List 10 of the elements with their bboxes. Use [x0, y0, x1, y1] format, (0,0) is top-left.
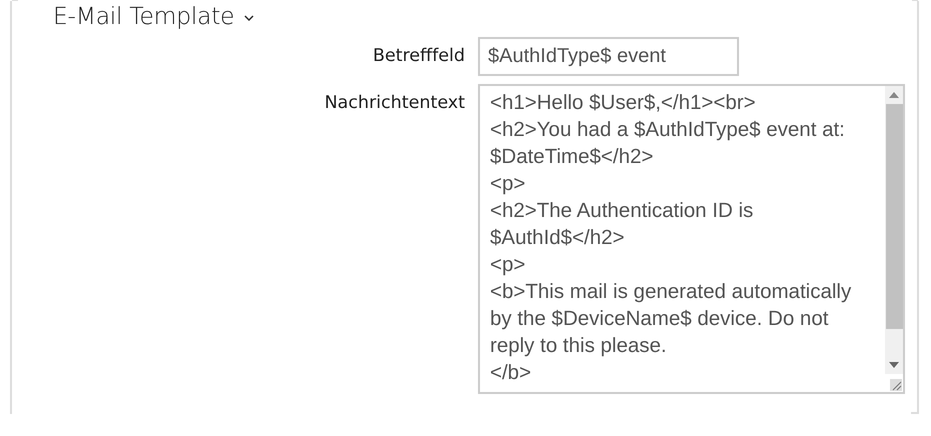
field-label: Nachrichtentext [323, 92, 465, 115]
section-title[interactable]: E-Mail Template [53, 2, 234, 30]
chevron-icon[interactable] [244, 14, 254, 20]
message-textarea[interactable]: <h1>Hello $User$,</h1><br> <h2>You had a $AuthIdType$ event at: $DateTime$</h2> <p> <h2>The Authentication ID is $AuthId$</h2> <p> <b>This mail is generated automatically by the $DeviceName$ device. Do not reply to this please. </b> [478, 84, 905, 394]
scrollbar[interactable] [885, 86, 903, 374]
resize-handle-icon[interactable] [890, 379, 902, 391]
subject-field[interactable]: $AuthIdType$ event [478, 37, 739, 76]
scroll-down-icon[interactable] [889, 362, 899, 368]
scroll-up-icon[interactable] [889, 92, 899, 98]
field-label: Betrefffeld [372, 45, 465, 68]
